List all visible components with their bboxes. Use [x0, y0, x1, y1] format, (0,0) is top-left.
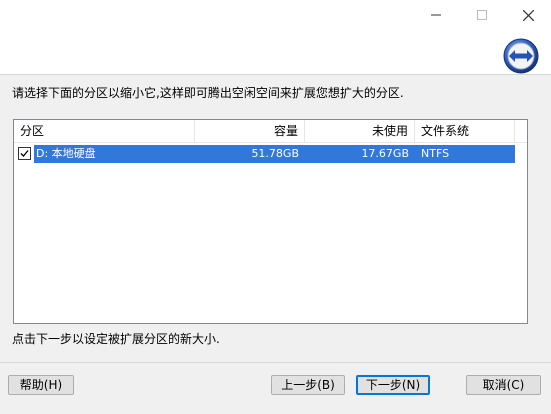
footer-divider: [0, 362, 551, 363]
header-divider: [0, 74, 551, 75]
column-header-partition[interactable]: 分区: [14, 120, 195, 142]
extend-partition-window: 请选择下面的分区以缩小它,这样即可腾出空闲空间来扩展您想扩大的分区. 分区 容量…: [0, 0, 551, 414]
help-button[interactable]: 帮助(H): [8, 375, 74, 395]
minimize-icon: [431, 14, 441, 16]
cancel-button[interactable]: 取消(C): [466, 375, 541, 395]
table-row[interactable]: D: 本地硬盘 51.78GB 17.67GB NTFS: [18, 145, 519, 163]
minimize-button[interactable]: [413, 0, 459, 30]
wizard-header: [0, 30, 551, 74]
cell-partition: D: 本地硬盘: [34, 145, 195, 163]
extend-arrows-logo-icon: [503, 38, 539, 74]
cell-unused: 17.67GB: [305, 145, 415, 163]
maximize-button[interactable]: [459, 0, 505, 30]
partition-checkbox[interactable]: [18, 147, 31, 160]
checkmark-icon: [20, 150, 29, 157]
column-header-capacity[interactable]: 容量: [195, 120, 305, 142]
next-button[interactable]: 下一步(N): [356, 375, 430, 395]
cell-capacity: 51.78GB: [195, 145, 305, 163]
cell-filesystem: NTFS: [415, 145, 515, 163]
maximize-icon: [477, 10, 487, 20]
column-header-unused[interactable]: 未使用: [305, 120, 415, 142]
close-button[interactable]: [505, 0, 551, 30]
back-button[interactable]: 上一步(B): [271, 375, 345, 395]
list-header: 分区 容量 未使用 文件系统: [14, 120, 527, 143]
partition-list[interactable]: 分区 容量 未使用 文件系统 D: 本地硬盘 51.78GB 17.67GB N…: [13, 119, 528, 324]
instruction-text: 请选择下面的分区以缩小它,这样即可腾出空闲空间来扩展您想扩大的分区.: [12, 86, 404, 100]
hint-text: 点击下一步以设定被扩展分区的新大小.: [12, 332, 220, 346]
close-icon: [522, 9, 534, 21]
column-header-filesystem[interactable]: 文件系统: [415, 120, 515, 142]
title-bar: [0, 0, 551, 30]
